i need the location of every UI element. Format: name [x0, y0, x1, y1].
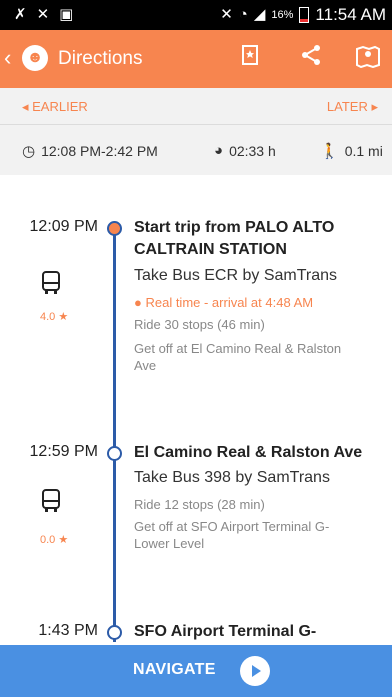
app-bar: ‹ ☻ Directions	[0, 30, 392, 88]
get-off: Get off at El Camino Real & Ralston	[134, 341, 342, 356]
signal-icon: ◢	[253, 6, 266, 23]
app-logo-icon[interactable]: ☻	[22, 45, 48, 71]
bookmark-icon[interactable]	[240, 44, 260, 74]
step-title: SFO Airport Terminal G-	[134, 623, 317, 640]
later-label: LATER	[326, 99, 368, 114]
image-icon: ▣	[59, 6, 74, 23]
duration-text: 02:33 h	[229, 142, 276, 159]
page-title: Directions	[58, 48, 143, 69]
mute-icon: ✕	[220, 6, 233, 23]
pie-icon: ◕	[214, 142, 224, 159]
timeline-line	[113, 232, 116, 642]
rating-value: 0.0	[40, 534, 56, 546]
system-status: ✕ ◔ ◢ 16% 11:54 AM	[220, 5, 386, 25]
realtime-info: ● Real time - arrival at 4:48 AM	[134, 295, 314, 310]
rating: 0.0 ★	[40, 534, 69, 546]
map-icon[interactable]	[355, 44, 381, 76]
timeline-node	[107, 625, 122, 640]
clock-icon: ◷	[22, 143, 36, 160]
battery-percent: 16%	[271, 9, 294, 21]
trip-summary: ◷ 12:08 PM-2:42 PM ◕ 02:33 h 🚶 0.1 mi	[0, 125, 392, 175]
walk-text: 0.1 mi	[344, 143, 383, 159]
time-range: ◷ 12:08 PM-2:42 PM	[22, 142, 158, 160]
time-range-text: 12:08 PM-2:42 PM	[41, 143, 158, 159]
step-time: 12:59 PM	[29, 443, 98, 460]
share-icon[interactable]	[300, 44, 322, 74]
clock: 11:54 AM	[315, 5, 386, 24]
timeline-node	[107, 446, 122, 461]
wifi-icon: ◔	[238, 6, 248, 23]
step-title: Start trip from PALO ALTO	[134, 219, 335, 236]
earlier-later-bar: ◂ EARLIER LATER ▸	[0, 88, 392, 124]
step-time: 1:43 PM	[38, 622, 98, 639]
walk-icon: 🚶	[320, 143, 339, 160]
step-title: El Camino Real & Ralston Ave	[134, 444, 363, 461]
realtime-text: Real time - arrival at 4:48 AM	[145, 295, 314, 310]
rating-value: 4.0	[40, 311, 56, 323]
walk-distance: 🚶 0.1 mi	[320, 142, 383, 160]
get-off-line2: Ave	[134, 358, 157, 373]
bus-icon	[42, 271, 60, 294]
missed-call-icon: ✗	[14, 6, 27, 23]
play-icon	[240, 656, 270, 686]
get-off-line2: Lower Level	[134, 536, 205, 551]
duration: ◕ 02:33 h	[214, 142, 276, 159]
bus-icon	[42, 489, 60, 512]
take-bus: Take Bus ECR by SamTrans	[134, 267, 338, 284]
earlier-label: EARLIER	[32, 99, 88, 114]
navigate-button[interactable]: NAVIGATE	[0, 645, 392, 697]
ride-stops: Ride 12 stops (28 min)	[134, 497, 265, 512]
navigate-label: NAVIGATE	[133, 661, 216, 678]
take-bus: Take Bus 398 by SamTrans	[134, 469, 330, 486]
step-time: 12:09 PM	[29, 218, 98, 235]
status-bar: ✗ ✕ ▣ ✕ ◔ ◢ 16% 11:54 AM	[0, 0, 392, 30]
battery-icon	[299, 7, 310, 23]
later-button[interactable]: LATER ▸	[327, 99, 378, 115]
rating: 4.0 ★	[40, 311, 69, 323]
earlier-button[interactable]: ◂ EARLIER	[22, 99, 88, 115]
x-icon: ✕	[36, 6, 50, 23]
notification-icons: ✗ ✕ ▣	[14, 6, 73, 24]
step-title-line2: CALTRAIN STATION	[134, 241, 287, 258]
get-off: Get off at SFO Airport Terminal G-	[134, 519, 330, 534]
timeline-node-start	[107, 221, 122, 236]
back-icon[interactable]: ‹	[4, 46, 11, 70]
ride-stops: Ride 30 stops (46 min)	[134, 317, 265, 332]
